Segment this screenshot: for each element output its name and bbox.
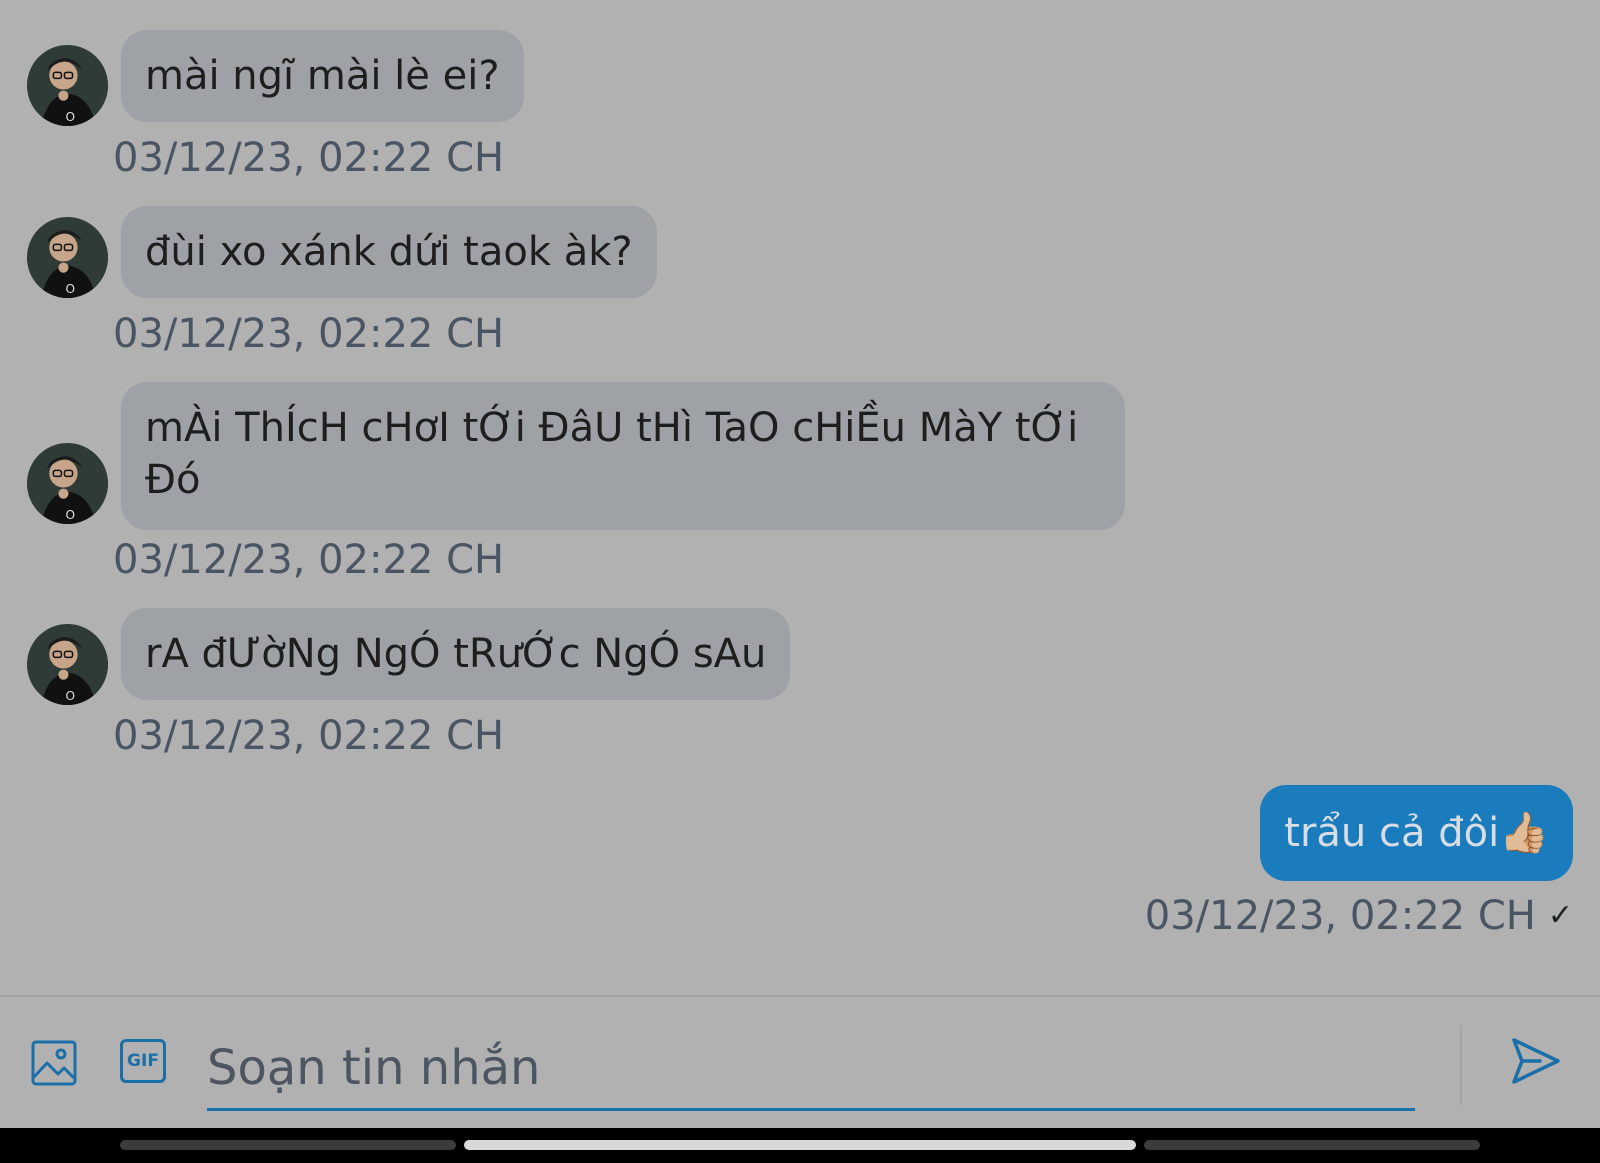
message-bubble-incoming[interactable]: mÀi ThÍcH cHơI tỚi ĐâU tHì TaO cHiỀu MàY… bbox=[121, 382, 1125, 530]
svg-text:O: O bbox=[65, 282, 75, 296]
svg-text:O: O bbox=[65, 110, 75, 124]
nav-handle-left bbox=[120, 1140, 456, 1150]
message-input[interactable] bbox=[207, 1027, 1415, 1111]
message-timestamp: 03/12/23, 02:22 CH bbox=[113, 311, 505, 357]
message-bubble-incoming[interactable]: rA đƯờNg NgÓ tRưỚc NgÓ sAu bbox=[121, 608, 791, 700]
avatar[interactable]: O bbox=[27, 217, 108, 298]
chat-thread: O mài ngĩ mài lè ei? 03/12/23, 02:22 CH … bbox=[0, 0, 1600, 995]
nav-handle-right bbox=[1144, 1140, 1480, 1150]
message-timestamp: 03/12/23, 02:22 CH bbox=[113, 135, 505, 181]
svg-text:O: O bbox=[65, 508, 75, 522]
message-bubble-incoming[interactable]: đùi xo xánk dứi taok àk? bbox=[121, 206, 657, 298]
avatar[interactable]: O bbox=[27, 443, 108, 524]
avatar[interactable]: O bbox=[27, 624, 108, 705]
divider bbox=[1460, 1025, 1462, 1105]
message-timestamp: 03/12/23, 02:22 CH bbox=[113, 537, 505, 583]
send-icon[interactable] bbox=[1510, 1035, 1562, 1087]
message-timestamp-outgoing: 03/12/23, 02:22 CH ✓ bbox=[1145, 892, 1573, 940]
image-icon[interactable] bbox=[30, 1039, 78, 1087]
gif-button[interactable]: GIF bbox=[120, 1039, 166, 1083]
check-icon: ✓ bbox=[1547, 898, 1573, 933]
message-composer: GIF bbox=[0, 995, 1600, 1130]
nav-handle-home[interactable] bbox=[464, 1140, 1136, 1150]
system-navigation-bar bbox=[0, 1128, 1600, 1163]
message-timestamp: 03/12/23, 02:22 CH bbox=[113, 713, 505, 759]
message-timestamp: 03/12/23, 02:22 CH bbox=[1144, 893, 1536, 939]
message-bubble-incoming[interactable]: mài ngĩ mài lè ei? bbox=[121, 30, 524, 122]
message-bubble-outgoing[interactable]: trẩu cả đôi👍🏼 bbox=[1260, 785, 1573, 881]
avatar[interactable]: O bbox=[27, 45, 108, 126]
svg-text:O: O bbox=[65, 689, 75, 703]
